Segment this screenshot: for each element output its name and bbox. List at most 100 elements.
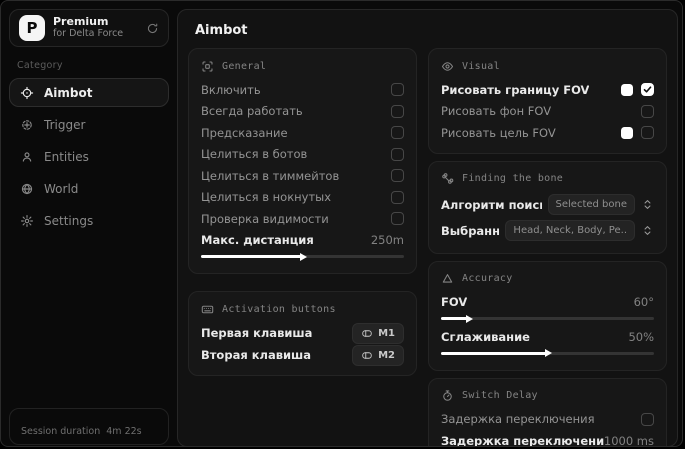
card-visual: Visual Рисовать границу FOV Рисовать фон F… bbox=[428, 48, 667, 154]
checkbox[interactable] bbox=[391, 169, 404, 183]
toggle-controls bbox=[641, 104, 654, 118]
category-label: Category bbox=[17, 60, 63, 71]
setting-row-задержка-переключения-мс: Задержка переключения (мс)1000 ms bbox=[441, 430, 654, 447]
sidebar-item-label: Entities bbox=[44, 149, 89, 164]
triangle-icon bbox=[441, 272, 454, 285]
sidebar-item-label: Settings bbox=[44, 213, 94, 228]
sidebar-item-trigger[interactable]: Trigger bbox=[9, 110, 169, 139]
toggle-controls bbox=[621, 83, 654, 97]
entities-person-icon bbox=[20, 150, 34, 164]
setting-label: Всегда работать bbox=[201, 104, 303, 119]
setting-label: Задержка переключения (мс) bbox=[441, 433, 604, 447]
select-value: Selected bone bbox=[555, 199, 627, 210]
setting-label: Задержка переключения bbox=[441, 412, 595, 427]
unfold-icon[interactable] bbox=[641, 224, 654, 237]
page-title: Aimbot bbox=[195, 23, 248, 38]
slider[interactable] bbox=[201, 252, 404, 261]
setting-row-вторая-клавиша: Вторая клавиша M2 bbox=[201, 344, 404, 366]
slider-fill bbox=[441, 351, 548, 355]
toggle-controls bbox=[391, 126, 404, 140]
setting-label: Включить bbox=[201, 82, 261, 97]
checkbox[interactable] bbox=[641, 104, 654, 118]
setting-row-макс-дистанция: Макс. дистанция 250m bbox=[201, 230, 404, 252]
checkbox[interactable] bbox=[391, 126, 404, 140]
sidebar-item-settings[interactable]: Settings bbox=[9, 206, 169, 235]
slider[interactable] bbox=[441, 349, 654, 357]
slider[interactable] bbox=[441, 314, 654, 323]
keyboard-icon bbox=[201, 303, 214, 316]
sidebar-item-label: Aimbot bbox=[44, 85, 93, 100]
stopwatch-icon bbox=[441, 389, 454, 402]
keybind-button[interactable]: M2 bbox=[352, 344, 404, 366]
main-panel: Aimbot General Включить Всегда работать Пре… bbox=[177, 9, 678, 447]
sync-icon[interactable] bbox=[146, 22, 159, 35]
setting-label: Макс. дистанция bbox=[201, 233, 314, 248]
toggle-controls bbox=[391, 169, 404, 183]
keybind-button[interactable]: M1 bbox=[352, 322, 404, 344]
toggle-controls bbox=[391, 212, 404, 226]
card-header: Finding the bone bbox=[441, 171, 654, 187]
slider-fill bbox=[201, 255, 303, 258]
checkbox[interactable] bbox=[391, 104, 404, 118]
card-header: Switch Delay bbox=[441, 388, 654, 404]
keybind-label: M1 bbox=[378, 327, 395, 339]
setting-value: 50% bbox=[628, 329, 654, 344]
sidebar-item-world[interactable]: World bbox=[9, 174, 169, 203]
color-swatch[interactable] bbox=[621, 126, 633, 139]
card-columns: General Включить Всегда работать Предсказан… bbox=[178, 48, 677, 447]
card-title: Switch Delay bbox=[462, 390, 538, 401]
setting-row-рисовать-границу-fov: Рисовать границу FOV bbox=[441, 79, 654, 101]
setting-label: Рисовать границу FOV bbox=[441, 82, 590, 97]
select-dropdown[interactable]: Head, Neck, Body, Pe.. bbox=[505, 220, 635, 241]
setting-row-целиться-в-нокнутых: Целиться в нокнутых bbox=[201, 187, 404, 209]
setting-value: 60° bbox=[633, 295, 654, 310]
setting-label: Выбранные кос bbox=[441, 223, 500, 238]
setting-row-сглаживание: Сглаживание 50% bbox=[441, 326, 654, 348]
slider-thumb[interactable] bbox=[465, 314, 473, 323]
card-accuracy: Accuracy FOV 60° Сглаживание 50% bbox=[428, 260, 667, 371]
toggle-controls bbox=[621, 126, 654, 140]
setting-row-целиться-в-ботов: Целиться в ботов bbox=[201, 144, 404, 166]
select-value: Head, Neck, Body, Pe.. bbox=[513, 225, 627, 236]
card-title: Finding the bone bbox=[462, 173, 564, 184]
card-switch-delay: Switch Delay Задержка переключения Задержк… bbox=[428, 377, 667, 447]
premium-title: Premium bbox=[53, 15, 109, 29]
unfold-icon[interactable] bbox=[641, 198, 654, 211]
setting-row-первая-клавиша: Первая клавиша M1 bbox=[201, 322, 404, 344]
setting-row-рисовать-фон-fov: Рисовать фон FOV bbox=[441, 101, 654, 123]
setting-label: Проверка видимости bbox=[201, 211, 329, 226]
sidebar-item-label: World bbox=[44, 181, 79, 196]
setting-label: Алгоритм поиска кост bbox=[441, 197, 542, 212]
checkbox[interactable] bbox=[391, 212, 404, 226]
setting-row-алгоритм-поиска-кост: Алгоритм поиска кост Selected bone bbox=[441, 192, 654, 218]
sidebar-item-aimbot[interactable]: Aimbot bbox=[9, 78, 169, 107]
checkbox[interactable] bbox=[391, 147, 404, 161]
card-finding-the-bone: Finding the bone Алгоритм поиска кост Sele… bbox=[428, 160, 667, 254]
slider-thumb[interactable] bbox=[544, 349, 552, 357]
setting-label: Вторая клавиша bbox=[201, 348, 312, 362]
slider-thumb[interactable] bbox=[299, 252, 307, 261]
session-duration-value: 4m 22s bbox=[106, 426, 142, 437]
setting-row-включить: Включить bbox=[201, 79, 404, 101]
select-dropdown[interactable]: Selected bone bbox=[547, 194, 635, 215]
setting-label: Сглаживание bbox=[441, 329, 530, 344]
scan-icon bbox=[201, 60, 214, 73]
setting-label: Рисовать фон FOV bbox=[441, 104, 552, 119]
right-column: Visual Рисовать границу FOV Рисовать фон F… bbox=[428, 48, 667, 447]
checkbox[interactable] bbox=[391, 83, 404, 97]
checkbox[interactable] bbox=[641, 126, 654, 140]
premium-text: Premium for Delta Force bbox=[53, 16, 138, 40]
setting-row-fov: FOV 60° bbox=[441, 292, 654, 314]
card-general: General Включить Всегда работать Предсказан… bbox=[188, 48, 417, 274]
color-swatch[interactable] bbox=[621, 83, 633, 96]
toggle-controls bbox=[391, 190, 404, 204]
checkbox[interactable] bbox=[641, 412, 654, 426]
aim-crosshair-icon bbox=[20, 86, 34, 100]
premium-subtitle: for Delta Force bbox=[53, 27, 124, 39]
checkbox[interactable] bbox=[391, 190, 404, 204]
checkbox[interactable] bbox=[641, 83, 654, 97]
sidebar-item-entities[interactable]: Entities bbox=[9, 142, 169, 171]
setting-label: Предсказание bbox=[201, 125, 288, 140]
setting-row-рисовать-цель-fov: Рисовать цель FOV bbox=[441, 122, 654, 144]
session-duration-box: Session duration 4m 22s bbox=[9, 408, 169, 445]
